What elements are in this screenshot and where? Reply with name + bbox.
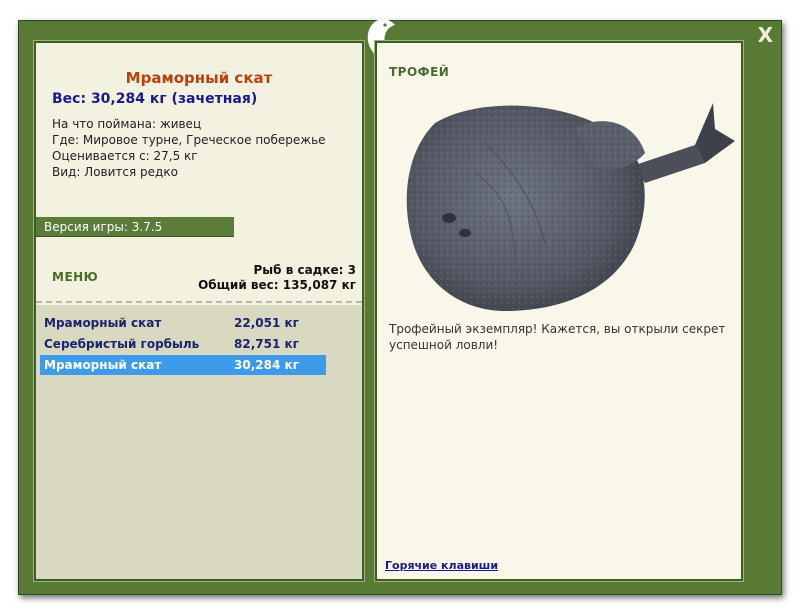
trophy-label: ТРОФЕЙ [389,65,450,79]
hotkeys-link[interactable]: Горячие клавиши [385,559,498,572]
keepnet-stats: Рыб в садке: 3 Общий вес: 135,087 кг [198,263,356,293]
fish-details-panel: Мраморный скат Вес: 30,284 кг (зачетная)… [33,40,365,582]
catch-list: Мраморный скат 22,051 кг Серебристый гор… [36,305,362,579]
catch-list-item[interactable]: Мраморный скат 22,051 кг [40,313,326,333]
valued-info: Оценивается с: 27,5 кг [52,149,198,163]
catch-name: Серебристый горбыль [44,337,200,351]
fish-weight: Вес: 30,284 кг (зачетная) [52,91,258,107]
close-button[interactable]: X [758,25,773,45]
fish-title: Мраморный скат [125,69,273,87]
menu-button[interactable]: МЕНЮ [52,270,98,284]
kind-info: Вид: Ловится редко [52,165,178,179]
marbled-ray-image [406,103,735,311]
catch-name: Мраморный скат [44,358,162,372]
location-info: Где: Мировое турне, Греческое побережье [52,133,326,147]
bait-info: На что поймана: живец [52,117,202,131]
version-label: Версия игры: 3.7.5 [36,217,234,237]
catch-weight: 22,051 кг [234,316,299,330]
catch-list-item[interactable]: Серебристый горбыль 82,751 кг [40,334,326,354]
trophy-panel: ТРОФЕЙ Трофейный экземпляр! Кажется, вы … [374,40,744,582]
catch-name: Мраморный скат [44,316,162,330]
total-weight: Общий вес: 135,087 кг [198,278,356,292]
catch-weight: 82,751 кг [234,337,299,351]
catch-list-item-selected[interactable]: Мраморный скат 30,284 кг [40,355,326,375]
trophy-text: Трофейный экземпляр! Кажется, вы открыли… [389,322,726,352]
fish-info-window: X Мраморный скат Вес: 30,284 кг (зачетна… [18,18,782,595]
fish-count: Рыб в садке: 3 [253,263,357,277]
divider [36,301,362,303]
catch-weight: 30,284 кг [234,358,299,372]
fish-info: На что поймана: живец Где: Мировое турне… [52,116,326,180]
